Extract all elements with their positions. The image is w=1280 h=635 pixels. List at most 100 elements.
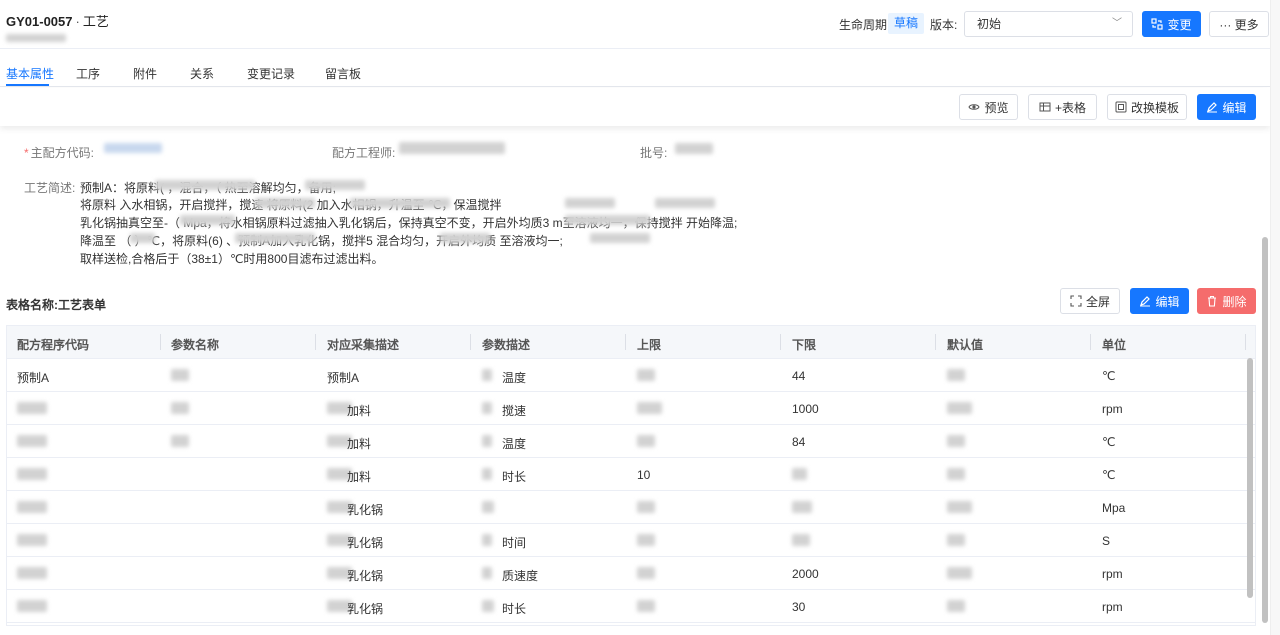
- column-divider: [315, 334, 316, 350]
- table-cell: 30: [792, 600, 806, 614]
- doc-name-redacted: [6, 34, 66, 42]
- table-row[interactable]: 加料 时长 10 ℃: [7, 458, 1255, 491]
- preview-button-label: 预览: [984, 100, 1009, 115]
- doc-type: 工艺: [82, 14, 109, 29]
- redacted-value: [947, 435, 965, 447]
- redacted-value: [947, 468, 965, 480]
- redacted-value: [17, 534, 47, 546]
- table-cell: 84: [792, 435, 806, 449]
- table-row[interactable]: 加料 搅速 1000 rpm: [7, 392, 1255, 425]
- table-row[interactable]: 乳化锅 时间 S: [7, 524, 1255, 557]
- table-cell: 加料: [347, 437, 372, 451]
- tab-basic-properties[interactable]: 基本属性: [6, 65, 54, 82]
- column-header: 对应采集描述: [327, 338, 400, 352]
- process-redaction: [235, 233, 315, 243]
- redacted-value: [947, 567, 972, 579]
- template-icon: [1115, 101, 1127, 113]
- chevron-down-icon: ﹀: [1112, 18, 1122, 29]
- table-icon: [1039, 102, 1051, 112]
- table-scrollbar[interactable]: [1247, 358, 1253, 598]
- table-edit-button-label: 编辑: [1155, 294, 1180, 309]
- required-marker: *: [24, 146, 29, 160]
- title-separator: ·: [75, 14, 80, 29]
- more-button-label: ··· 更多: [1219, 17, 1259, 32]
- page-scrollbar[interactable]: [1262, 237, 1268, 623]
- column-divider: [470, 334, 471, 350]
- process-redaction: [565, 198, 615, 208]
- pencil-icon: [1207, 102, 1218, 113]
- table-edit-button[interactable]: 编辑: [1130, 288, 1189, 314]
- active-tab-indicator: [6, 84, 49, 86]
- version-select[interactable]: 初始 ﹀: [964, 11, 1133, 37]
- eye-icon: [968, 104, 981, 110]
- table-cell: 乳化锅: [347, 569, 384, 583]
- table-row[interactable]: 乳化锅 质速度 2000 rpm: [7, 557, 1255, 590]
- redacted-value: [482, 435, 492, 447]
- redacted-value: [17, 600, 47, 612]
- engineer-value-redacted: [399, 142, 505, 154]
- redacted-value: [637, 567, 655, 579]
- redacted-value: [947, 501, 972, 513]
- redacted-value: [17, 435, 47, 447]
- redacted-value: [171, 402, 189, 414]
- main-code-label: * 主配方代码:: [24, 146, 95, 160]
- fullscreen-button[interactable]: 全屏: [1060, 288, 1120, 314]
- tab-attachments[interactable]: 附件: [133, 65, 157, 82]
- table-cell: 乳化锅: [347, 503, 384, 517]
- column-divider: [1090, 334, 1091, 350]
- doc-title: GY01-0057 · 工艺: [6, 11, 109, 30]
- fullscreen-button-label: 全屏: [1085, 294, 1110, 309]
- table-cell: 时长: [502, 470, 527, 484]
- table-cell: rpm: [1102, 567, 1123, 581]
- process-redaction: [590, 233, 650, 243]
- table-cell: 时间: [502, 536, 527, 550]
- table-cell: 温度: [502, 437, 527, 451]
- table-cell: 10: [637, 468, 651, 482]
- table-row[interactable]: 预制A 预制A 温度 44 ℃: [7, 359, 1255, 392]
- batch-value-redacted: [675, 143, 713, 154]
- tab-message-board[interactable]: 留言板: [325, 65, 361, 82]
- redacted-value: [637, 402, 662, 414]
- table-cell: rpm: [1102, 402, 1123, 416]
- redacted-value: [482, 501, 494, 513]
- change-button[interactable]: 变更: [1142, 11, 1201, 37]
- page-header: GY01-0057 · 工艺 生命周期: 草稿 版本: 初始 ﹀ 变更 ··· 更多: [0, 0, 1280, 49]
- table-cell: ℃: [1102, 435, 1116, 449]
- add-table-button[interactable]: +表格: [1028, 94, 1097, 120]
- edit-button-label: 编辑: [1222, 100, 1247, 115]
- preview-button[interactable]: 预览: [959, 94, 1018, 120]
- version-select-value: 初始: [977, 17, 1002, 31]
- more-button[interactable]: ··· 更多: [1209, 11, 1269, 37]
- redacted-value: [482, 600, 494, 612]
- tab-change-log[interactable]: 变更记录: [247, 65, 295, 82]
- table-row[interactable]: 加料 温度 84 ℃: [7, 425, 1255, 458]
- table-delete-button[interactable]: 删除: [1197, 288, 1256, 314]
- tab-procedures[interactable]: 工序: [76, 65, 100, 82]
- redacted-value: [171, 369, 189, 381]
- table-row[interactable]: 乳化锅 时长 30 rpm: [7, 590, 1255, 623]
- table-header: 配方程序代码 参数名称 对应采集描述 参数描述 上限 下限 默认值 单位: [7, 326, 1255, 359]
- process-redaction: [350, 198, 450, 208]
- change-template-button[interactable]: 改换模板: [1107, 94, 1187, 120]
- table-row[interactable]: 乳化锅 Mpa: [7, 491, 1255, 524]
- column-header: 参数描述: [482, 338, 531, 352]
- table-cell: S: [1102, 534, 1111, 548]
- doc-code: GY01-0057: [6, 14, 73, 29]
- table-cell: 1000: [792, 402, 819, 416]
- process-redaction: [305, 180, 365, 190]
- trash-icon: [1208, 295, 1217, 307]
- version-label: 版本:: [930, 18, 958, 32]
- edit-button[interactable]: 编辑: [1197, 94, 1256, 120]
- redacted-value: [947, 402, 972, 414]
- column-header: 下限: [792, 338, 817, 352]
- table-cell: ℃: [1102, 369, 1116, 383]
- table-cell: 预制A: [17, 371, 50, 385]
- redacted-value: [637, 501, 655, 513]
- redacted-value: [17, 501, 47, 513]
- redacted-value: [637, 369, 655, 381]
- redacted-value: [482, 534, 492, 546]
- column-divider: [1245, 334, 1246, 350]
- tab-relations[interactable]: 关系: [190, 65, 214, 82]
- table-cell: 质速度: [502, 569, 539, 583]
- redacted-value: [792, 501, 812, 513]
